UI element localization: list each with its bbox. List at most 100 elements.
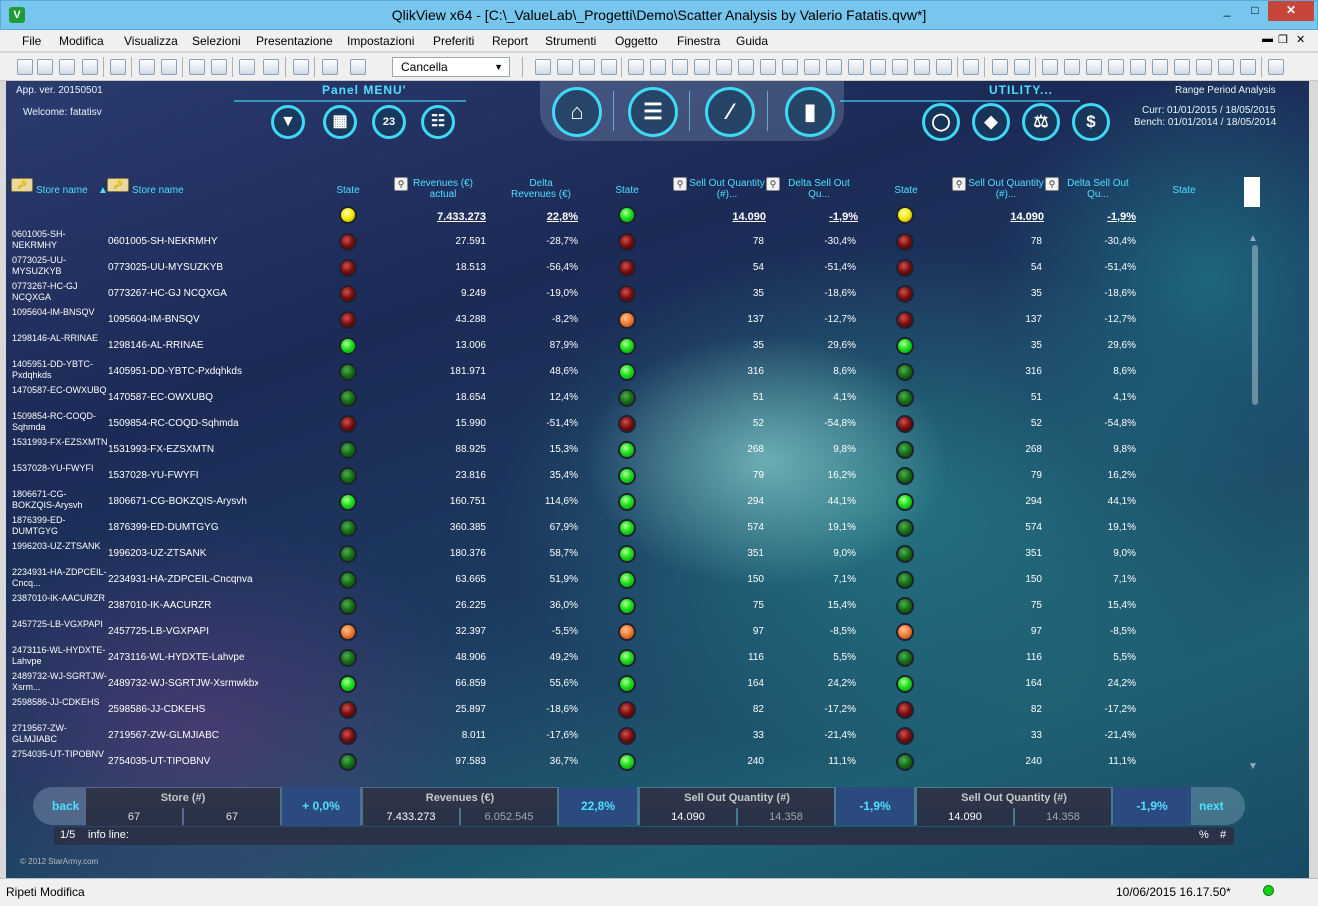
- store-name[interactable]: 2234931-HA-ZDPCEIL-Cncqnva: [108, 574, 258, 585]
- search-icon[interactable]: ⚲: [766, 177, 780, 191]
- align-top-icon[interactable]: [1108, 59, 1124, 75]
- store-code[interactable]: 1470587-EC-OWXUBQ: [12, 385, 108, 409]
- header-delta-revenues[interactable]: Delta Revenues (€): [506, 178, 576, 200]
- list-box-icon[interactable]: [628, 59, 644, 75]
- edit-script-icon[interactable]: [139, 59, 155, 75]
- table-row[interactable]: 0601005-SH-NEKRMHY 0601005-SH-NEKRMHY 27.5…: [6, 229, 1166, 255]
- table-row[interactable]: 2234931-HA-ZDPCEIL-Cncq... 2234931-HA-ZDP…: [6, 567, 1166, 593]
- clipboard-icon[interactable]: ☷: [421, 105, 455, 139]
- table-row[interactable]: 2754035-UT-TIPOBNV 2754035-UT-TIPOBNV 97.5…: [6, 749, 1166, 775]
- close-button[interactable]: ✕: [1268, 1, 1314, 21]
- table-row[interactable]: 1298146-AL-RRINAE 1298146-AL-RRINAE 13.006…: [6, 333, 1166, 359]
- scroll-thumb[interactable]: [1244, 177, 1260, 207]
- mdi-close-button[interactable]: ✕: [1296, 33, 1305, 46]
- search-icon[interactable]: ⚲: [394, 177, 408, 191]
- align-bottom-icon[interactable]: [1152, 59, 1168, 75]
- store-code[interactable]: 1531993-FX-EZSXMTN: [12, 437, 108, 461]
- store-name[interactable]: 2387010-IK-AACURZR: [108, 600, 258, 611]
- number-toggle[interactable]: #: [1220, 829, 1226, 841]
- header-state-3[interactable]: State: [886, 185, 926, 196]
- menu-impostazioni[interactable]: Impostazioni: [347, 34, 414, 48]
- store-name[interactable]: 1509854-RC-COQD-Sqhmda: [108, 418, 258, 429]
- reload-icon[interactable]: [59, 59, 75, 75]
- menu-visualizza[interactable]: Visualizza: [124, 34, 178, 48]
- store-code[interactable]: 0601005-SH-NEKRMHY: [12, 229, 108, 253]
- menu-preferiti[interactable]: Preferiti: [433, 34, 474, 48]
- chart-wizard-icon[interactable]: [293, 59, 309, 75]
- store-name[interactable]: 1531993-FX-EZSXMTN: [108, 444, 258, 455]
- table-row[interactable]: 2598586-JJ-CDKEHS 2598586-JJ-CDKEHS 25.897…: [6, 697, 1166, 723]
- store-code[interactable]: 2457725-LB-VGXPAPI: [12, 619, 108, 643]
- store-name[interactable]: 1095604-IM-BNSQV: [108, 314, 258, 325]
- distribute-h-icon[interactable]: [1174, 59, 1190, 75]
- align-center-icon[interactable]: [1064, 59, 1080, 75]
- sort-key-icon[interactable]: 🔑: [11, 178, 33, 192]
- header-delta-sell-out-2[interactable]: Delta Sell Out Qu...: [1061, 178, 1135, 200]
- menu-selezioni[interactable]: Selezioni: [192, 34, 241, 48]
- sheet-export-icon[interactable]: [601, 59, 617, 75]
- button-object-icon[interactable]: [782, 59, 798, 75]
- store-name[interactable]: 1996203-UZ-ZTSANK: [108, 548, 258, 559]
- store-code[interactable]: 1095604-IM-BNSQV: [12, 307, 108, 331]
- mdi-minimize-button[interactable]: ▬: [1262, 33, 1273, 45]
- calendar-icon[interactable]: 23: [372, 105, 406, 139]
- next-button[interactable]: next: [1199, 799, 1224, 813]
- header-state-1[interactable]: State: [328, 185, 368, 196]
- store-code[interactable]: 2473116-WL-HYDXTE-Lahvpe: [12, 645, 108, 669]
- store-code[interactable]: 2234931-HA-ZDPCEIL-Cncq...: [12, 567, 108, 591]
- store-code[interactable]: 1806671-CG-BOKZQIS-Arysvh: [12, 489, 108, 513]
- table-row[interactable]: 2387010-IK-AACURZR 2387010-IK-AACURZR 26.2…: [6, 593, 1166, 619]
- menu-presentazione[interactable]: Presentazione: [256, 34, 333, 48]
- store-name[interactable]: 0601005-SH-NEKRMHY: [108, 236, 258, 247]
- sheet-move-icon[interactable]: [579, 59, 595, 75]
- header-revenues[interactable]: Revenues (€) actual: [410, 178, 476, 200]
- align-middle-icon[interactable]: [1130, 59, 1146, 75]
- container-icon[interactable]: [914, 59, 930, 75]
- store-code[interactable]: 2489732-WJ-SGRTJW-Xsrm...: [12, 671, 108, 695]
- store-name[interactable]: 1876399-ED-DUMTGYG: [108, 522, 258, 533]
- sheet-properties-icon[interactable]: [557, 59, 573, 75]
- same-width-icon[interactable]: [1218, 59, 1234, 75]
- distribute-v-icon[interactable]: [1196, 59, 1212, 75]
- align-left-icon[interactable]: [1042, 59, 1058, 75]
- header-sell-out-2[interactable]: Sell Out Quantity (#)...: [968, 178, 1044, 200]
- store-code[interactable]: 0773267-HC-GJ NCQXGA: [12, 281, 108, 305]
- input-box-icon[interactable]: [738, 59, 754, 75]
- search-object-icon[interactable]: [892, 59, 908, 75]
- store-name[interactable]: 1405951-DD-YBTC-Pxdqhkds: [108, 366, 258, 377]
- eraser-icon[interactable]: ◆: [972, 103, 1010, 141]
- bookmark-object-icon[interactable]: [870, 59, 886, 75]
- store-code[interactable]: 1537028-YU-FWYFI: [12, 463, 108, 487]
- table-row[interactable]: 0773267-HC-GJ NCQXGA 0773267-HC-GJ NCQXGA…: [6, 281, 1166, 307]
- reload-data-icon[interactable]: [161, 59, 177, 75]
- scroll-up-icon[interactable]: ▲: [1248, 233, 1258, 244]
- store-name[interactable]: 1537028-YU-FWYFI: [108, 470, 258, 481]
- balance-scale-icon[interactable]: ⚖: [1022, 103, 1060, 141]
- text-object-icon[interactable]: [804, 59, 820, 75]
- table-row[interactable]: 1876399-ED-DUMTGYG 1876399-ED-DUMTGYG 360.…: [6, 515, 1166, 541]
- select-icon[interactable]: [263, 59, 279, 75]
- search-icon[interactable]: ⚲: [673, 177, 687, 191]
- menu-finestra[interactable]: Finestra: [677, 34, 720, 48]
- table-row[interactable]: 2489732-WJ-SGRTJW-Xsrm... 2489732-WJ-SGRT…: [6, 671, 1166, 697]
- dollar-icon[interactable]: $: [1072, 103, 1110, 141]
- format-painter-icon[interactable]: [992, 59, 1008, 75]
- table-row[interactable]: 1531993-FX-EZSXMTN 1531993-FX-EZSXMTN 88.9…: [6, 437, 1166, 463]
- menu-guida[interactable]: Guida: [736, 34, 768, 48]
- maximize-button[interactable]: □: [1241, 1, 1269, 21]
- lock-icon[interactable]: [1014, 59, 1030, 75]
- filter-icon[interactable]: ▼: [271, 105, 305, 139]
- store-name[interactable]: 1806671-CG-BOKZQIS-Arysvh: [108, 496, 258, 507]
- table-row[interactable]: 1537028-YU-FWYFI 1537028-YU-FWYFI 23.816 35…: [6, 463, 1166, 489]
- table-row[interactable]: 2719567-ZW-GLMJIABC 2719567-ZW-GLMJIABC 8.…: [6, 723, 1166, 749]
- target-icon[interactable]: ◯: [922, 103, 960, 141]
- sort-key-icon-2[interactable]: 🔑: [107, 178, 129, 192]
- store-code[interactable]: 2719567-ZW-GLMJIABC: [12, 723, 108, 747]
- table-row[interactable]: 1470587-EC-OWXUBQ 1470587-EC-OWXUBQ 18.654…: [6, 385, 1166, 411]
- header-store-name[interactable]: Store name: [132, 185, 184, 196]
- store-name[interactable]: 0773267-HC-GJ NCQXGA: [108, 288, 258, 299]
- store-name[interactable]: 2754035-UT-TIPOBNV: [108, 756, 258, 767]
- percent-toggle[interactable]: %: [1199, 829, 1209, 841]
- align-right-icon[interactable]: [1086, 59, 1102, 75]
- store-name[interactable]: 2719567-ZW-GLMJIABC: [108, 730, 258, 741]
